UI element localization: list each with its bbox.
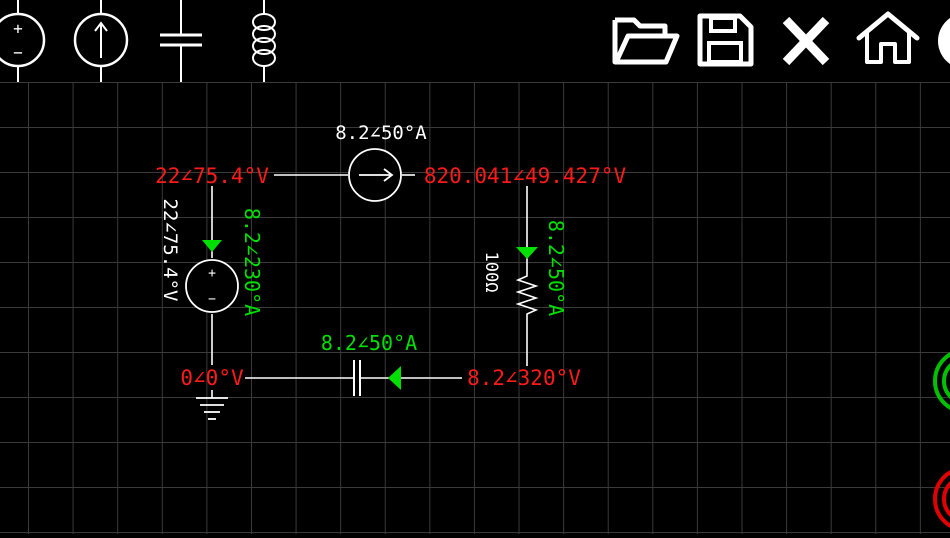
- circuit-diagram: + − 8.2∠50°A 22∠75.4°V 820.041∠49.427°V …: [155, 122, 627, 420]
- voltage-source-plus: +: [208, 266, 216, 281]
- left-branch-current-label: 8.2∠230°A: [240, 208, 264, 316]
- resistor[interactable]: [515, 272, 539, 318]
- bottom-left-node-voltage: 0∠0°V: [180, 366, 244, 390]
- capacitor[interactable]: [353, 360, 361, 396]
- top-right-node-voltage: 820.041∠49.427°V: [424, 164, 627, 188]
- voltage-source-minus: −: [208, 292, 216, 307]
- voltage-source-label: 22∠75.4°V: [159, 199, 181, 302]
- run-button[interactable]: [930, 348, 950, 414]
- capacitor-current-label: 8.2∠50°A: [321, 331, 417, 355]
- stop-button[interactable]: [930, 464, 950, 534]
- current-source[interactable]: [348, 148, 402, 202]
- run-icon: [933, 352, 950, 410]
- ground-symbol[interactable]: [196, 397, 228, 420]
- right-branch-current-label: 8.2∠50°A: [544, 220, 568, 316]
- current-arrow-left: [202, 240, 222, 252]
- stop-icon: [933, 470, 950, 528]
- top-left-node-voltage: 22∠75.4°V: [155, 164, 269, 188]
- resistor-value-label: 100Ω: [481, 252, 501, 293]
- bottom-right-node-voltage: 8.2∠320°V: [467, 366, 581, 390]
- current-arrow-right: [516, 247, 538, 259]
- current-source-label: 8.2∠50°A: [335, 122, 427, 144]
- current-arrow-capacitor: [388, 366, 401, 390]
- voltage-source[interactable]: + −: [185, 259, 239, 313]
